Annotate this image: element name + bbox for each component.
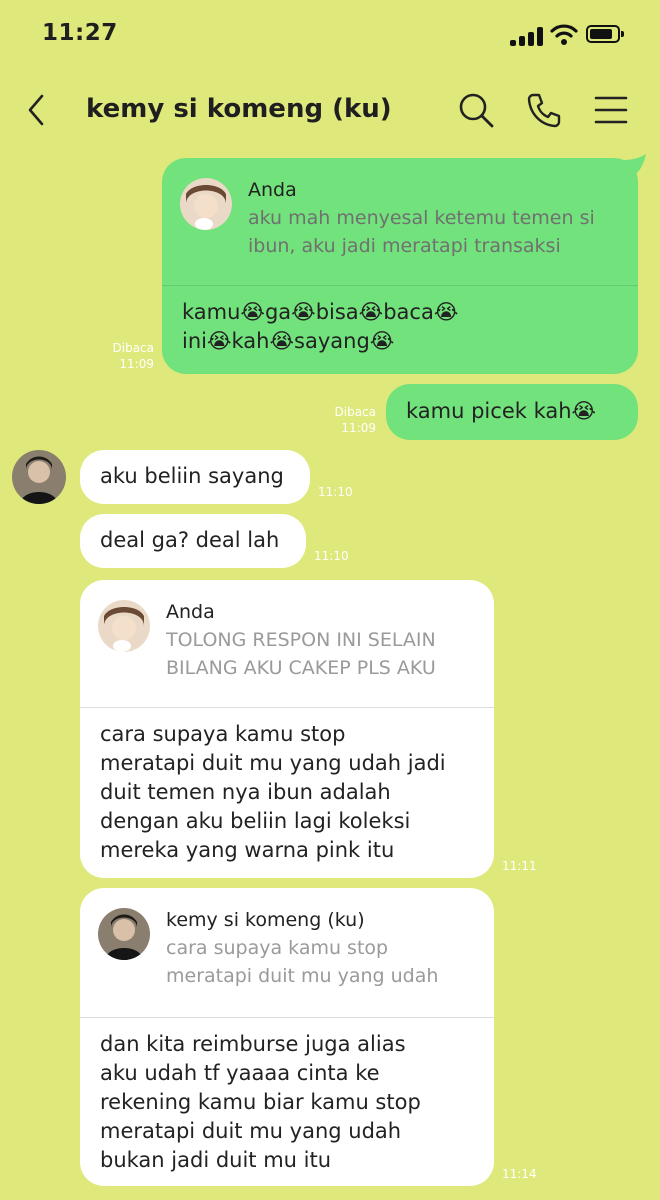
- back-arrow-icon[interactable]: [24, 92, 50, 128]
- menu-icon[interactable]: [590, 90, 630, 130]
- quoted-avatar: [98, 908, 150, 960]
- outgoing-message[interactable]: kamu picek kah😭: [386, 384, 638, 440]
- incoming-message[interactable]: aku beliin sayang: [80, 450, 310, 504]
- phone-call-icon[interactable]: [524, 90, 564, 130]
- message-text: kamu😭ga😭bisa😭baca😭 ini😭kah😭sayang😭: [182, 300, 459, 353]
- quoted-sender: Anda: [248, 179, 297, 201]
- message-text: aku beliin sayang: [100, 464, 284, 488]
- quoted-sender: Anda: [166, 601, 215, 623]
- message-text: cara supaya kamu stop meratapi duit mu y…: [100, 722, 446, 862]
- wifi-icon: [550, 24, 578, 45]
- message-time: 11:11: [502, 859, 537, 873]
- quoted-text: aku mah menyesal ketemu temen si ibun, a…: [248, 207, 595, 257]
- battery-icon: [586, 25, 624, 43]
- quoted-message[interactable]: Anda aku mah menyesal ketemu temen si ib…: [162, 158, 638, 286]
- outgoing-reply-message[interactable]: Anda aku mah menyesal ketemu temen si ib…: [162, 158, 638, 374]
- message-time: 11:10: [314, 549, 349, 563]
- chat-title[interactable]: kemy si komeng (ku): [86, 94, 392, 124]
- incoming-reply-message[interactable]: Anda TOLONG RESPON INI SELAIN BILANG AKU…: [80, 580, 494, 878]
- quoted-sender: kemy si komeng (ku): [166, 909, 365, 931]
- message-time: 11:14: [502, 1167, 537, 1181]
- bubble-tail: [624, 154, 646, 174]
- message-time: 11:09: [341, 421, 376, 435]
- signal-icon: [510, 26, 544, 46]
- chat-header: kemy si komeng (ku): [0, 78, 660, 144]
- message-time: 11:09: [119, 357, 154, 371]
- message-text: kamu picek kah😭: [406, 399, 597, 423]
- status-time: 11:27: [42, 20, 118, 46]
- quoted-text: cara supaya kamu stop meratapi duit mu y…: [166, 937, 439, 987]
- read-receipt: Dibaca: [112, 341, 155, 355]
- incoming-reply-message[interactable]: kemy si komeng (ku) cara supaya kamu sto…: [80, 888, 494, 1186]
- quoted-text: TOLONG RESPON INI SELAIN BILANG AKU CAKE…: [166, 629, 436, 679]
- contact-avatar[interactable]: [12, 450, 66, 504]
- quoted-message[interactable]: kemy si komeng (ku) cara supaya kamu sto…: [80, 888, 494, 1018]
- message-meta: Dibaca 11:09: [96, 340, 155, 372]
- quoted-message[interactable]: Anda TOLONG RESPON INI SELAIN BILANG AKU…: [80, 580, 494, 708]
- message-text: deal ga? deal lah: [100, 528, 280, 552]
- message-meta: Dibaca 11:09: [318, 404, 377, 436]
- quoted-avatar: [98, 600, 150, 652]
- read-receipt: Dibaca: [334, 405, 377, 419]
- quoted-avatar: [180, 178, 232, 230]
- incoming-message[interactable]: deal ga? deal lah: [80, 514, 306, 568]
- search-icon[interactable]: [456, 90, 496, 130]
- message-time: 11:10: [318, 485, 353, 499]
- message-text: dan kita reimburse juga alias aku udah t…: [100, 1032, 421, 1172]
- status-bar: 11:27: [0, 0, 660, 72]
